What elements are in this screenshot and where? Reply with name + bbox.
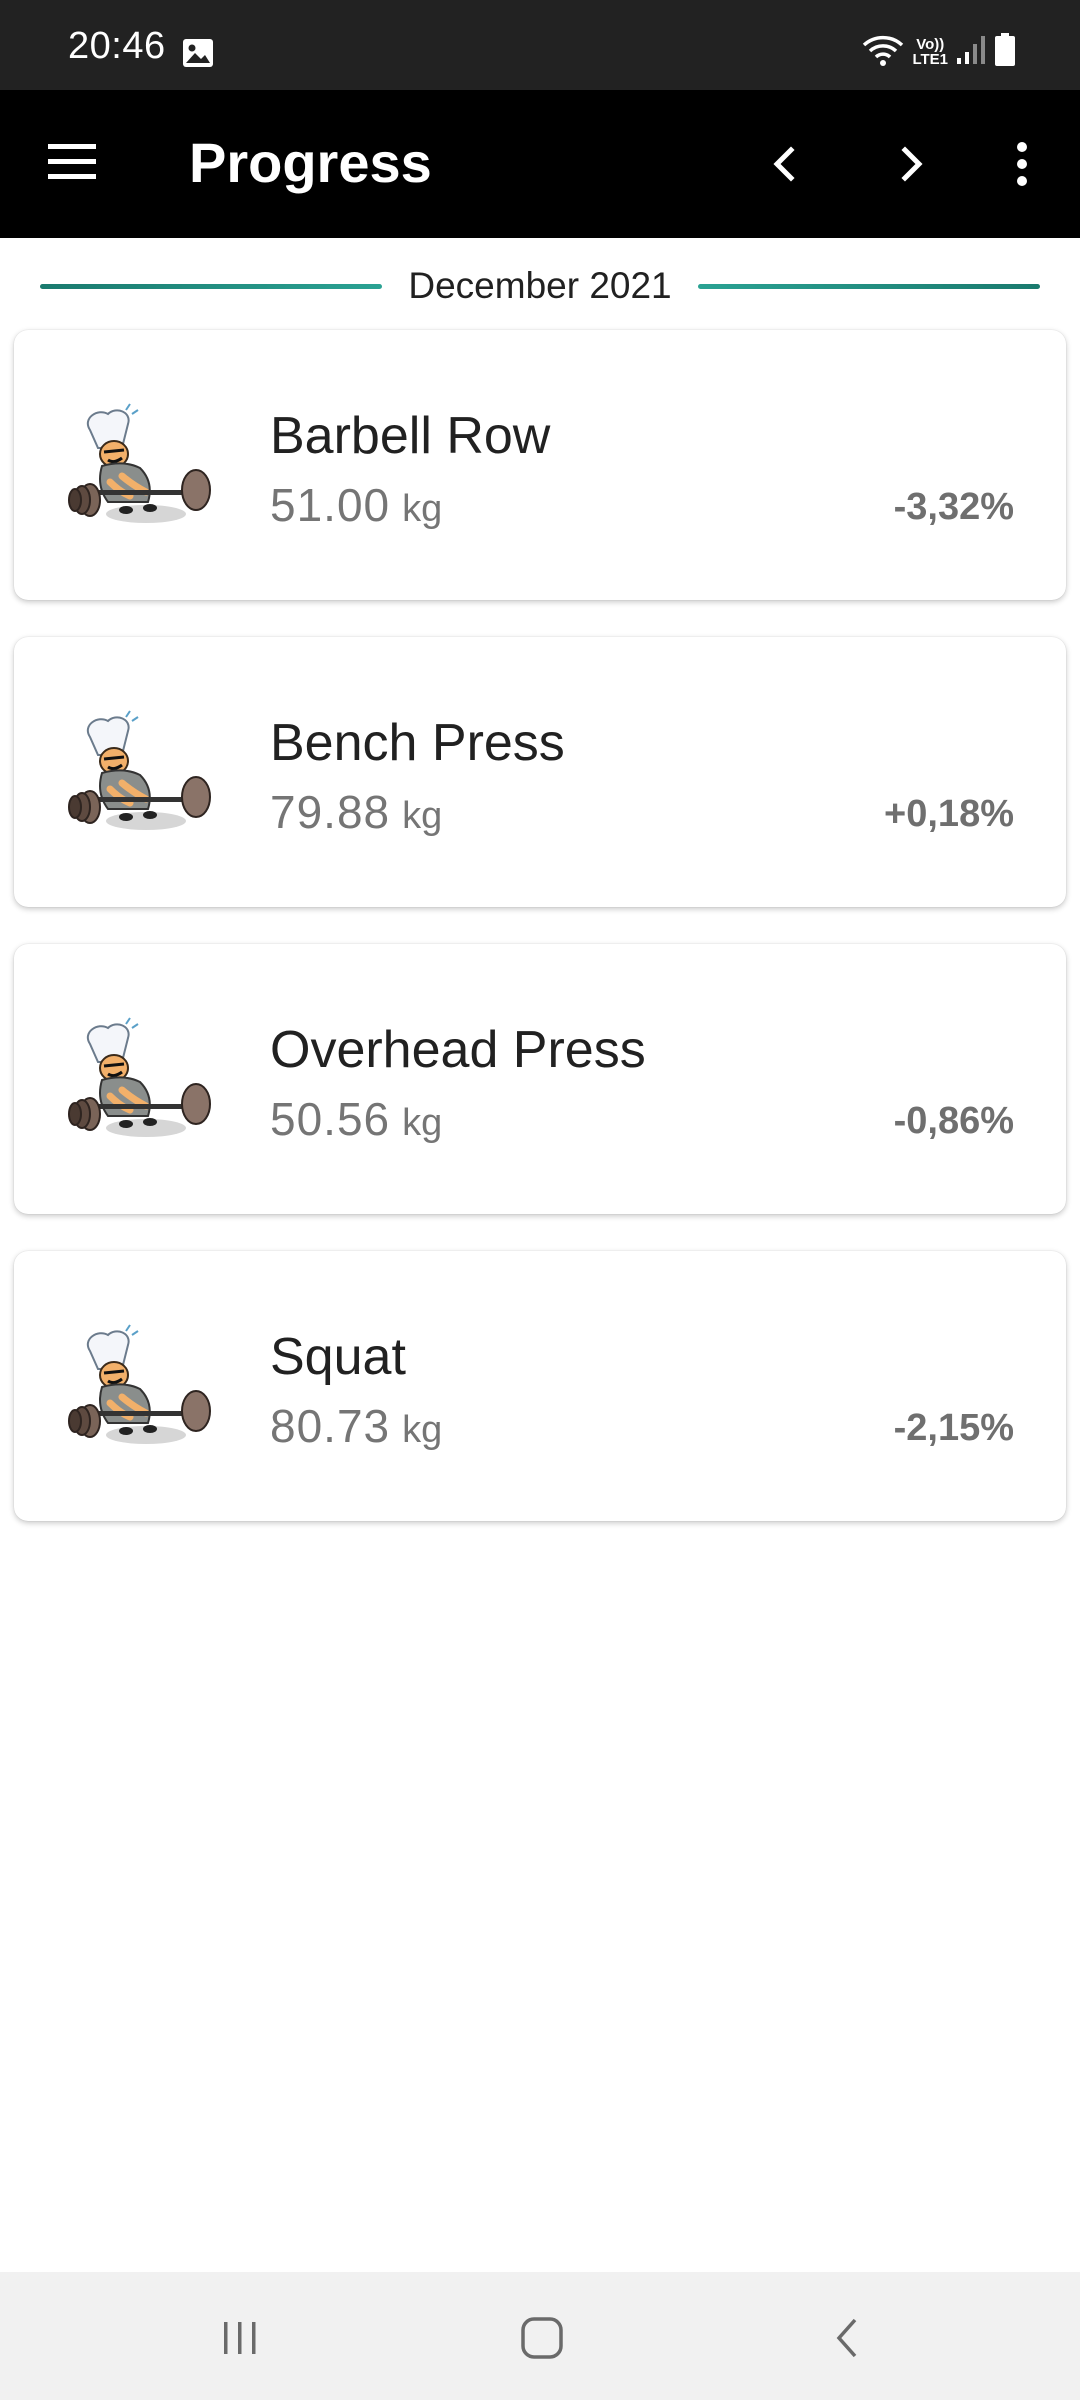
- exercise-weight: 50.56 kg: [270, 1092, 442, 1146]
- exercise-weight: 51.00 kg: [270, 478, 442, 532]
- month-divider-right: [697, 283, 1041, 289]
- weightlifter-icon: [68, 1323, 218, 1463]
- weight-unit: kg: [402, 1409, 443, 1451]
- exercise-weight: 79.88 kg: [270, 785, 442, 839]
- page-title: Progress: [189, 131, 432, 194]
- system-nav-bar: [0, 2272, 1080, 2400]
- volte-icon: Vo)) LTE1: [912, 37, 948, 67]
- status-time: 20:46: [68, 25, 166, 67]
- weight-unit: kg: [402, 1102, 443, 1144]
- chevron-right-icon[interactable]: [882, 134, 942, 194]
- gallery-icon: [182, 38, 214, 73]
- back-icon[interactable]: [806, 2298, 886, 2378]
- exercise-name: Overhead Press: [270, 1021, 646, 1079]
- volte-bottom-label: LTE1: [912, 51, 948, 68]
- status-bar: 20:46 Vo)) LTE1: [0, 0, 1080, 90]
- app-bar: Progress: [0, 90, 1080, 238]
- exercise-list: Barbell Row 51.00 kg -3,32% Bench Press …: [14, 330, 1066, 1558]
- month-header: December 2021: [40, 264, 1041, 308]
- exercise-name: Barbell Row: [270, 407, 551, 465]
- exercise-change: -2,15%: [893, 1407, 1014, 1449]
- exercise-card[interactable]: Squat 80.73 kg -2,15%: [14, 1251, 1066, 1521]
- exercise-card[interactable]: Bench Press 79.88 kg +0,18%: [14, 637, 1066, 907]
- exercise-weight: 80.73 kg: [270, 1399, 442, 1453]
- weight-value: 50.56: [270, 1093, 391, 1145]
- chevron-left-icon[interactable]: [754, 134, 814, 194]
- weight-value: 79.88: [270, 786, 391, 838]
- recent-apps-icon[interactable]: [200, 2298, 280, 2378]
- more-vert-icon[interactable]: [992, 134, 1052, 194]
- home-icon[interactable]: [502, 2298, 582, 2378]
- exercise-card[interactable]: Barbell Row 51.00 kg -3,32%: [14, 330, 1066, 600]
- battery-icon: [994, 32, 1016, 72]
- weight-unit: kg: [402, 795, 443, 837]
- exercise-name: Bench Press: [270, 714, 565, 772]
- exercise-change: +0,18%: [884, 793, 1014, 835]
- wifi-icon: [862, 33, 904, 72]
- weightlifter-icon: [68, 709, 218, 849]
- month-divider-left: [40, 283, 383, 289]
- volte-top-label: Vo)): [916, 36, 945, 53]
- exercise-change: -0,86%: [893, 1100, 1014, 1142]
- weightlifter-icon: [68, 1016, 218, 1156]
- signal-icon: [956, 34, 986, 71]
- exercise-name: Squat: [270, 1328, 406, 1386]
- menu-icon[interactable]: [46, 140, 98, 184]
- weight-unit: kg: [402, 488, 443, 530]
- exercise-card[interactable]: Overhead Press 50.56 kg -0,86%: [14, 944, 1066, 1214]
- weight-value: 80.73: [270, 1400, 391, 1452]
- status-icons: Vo)) LTE1: [862, 32, 1016, 72]
- exercise-change: -3,32%: [893, 486, 1014, 528]
- weightlifter-icon: [68, 402, 218, 542]
- month-label: December 2021: [408, 265, 672, 306]
- weight-value: 51.00: [270, 479, 391, 531]
